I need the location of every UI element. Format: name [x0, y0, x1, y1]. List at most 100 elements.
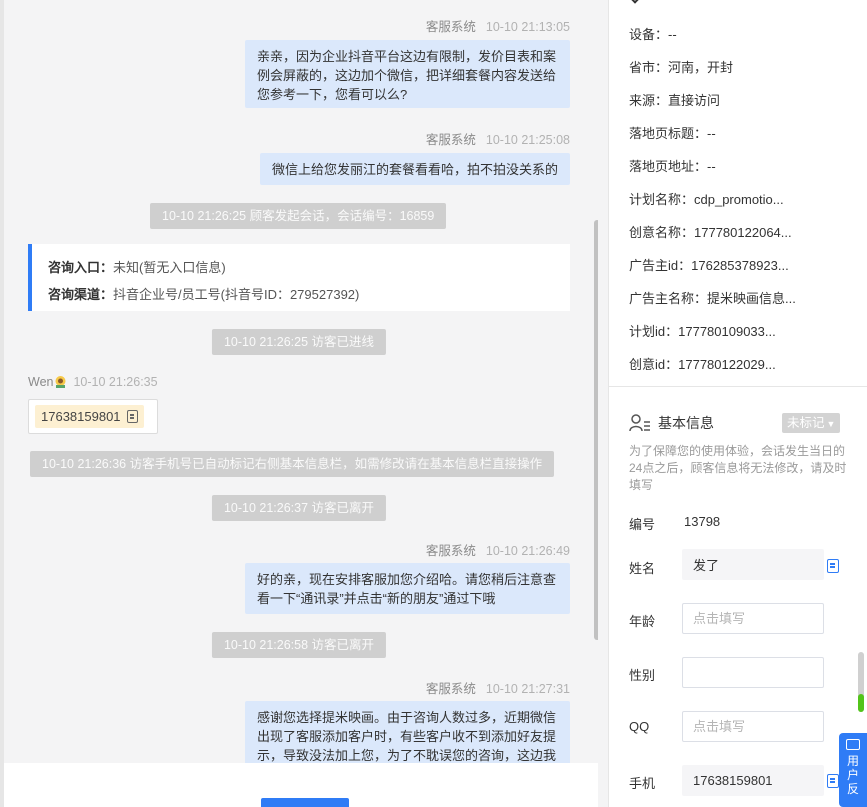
- visitor-message-meta: Wen 10-10 21:26:35: [28, 375, 158, 389]
- send-button[interactable]: [261, 798, 349, 807]
- consult-entry-row: 咨询入口：未知(暂无入口信息): [48, 254, 570, 281]
- visitor-name: Wen: [28, 375, 54, 389]
- qq-label: QQ: [629, 719, 650, 734]
- chat-pane: 客服系统 10-10 21:13:05 亲亲，因为企业抖音平台这边有限制，发价目表…: [0, 0, 598, 807]
- consult-channel-value: 抖音企业号/员工号(抖音号ID：279527392): [113, 287, 360, 302]
- system-notice-visitor-left: 10-10 21:26:37 访客已离开: [211, 495, 387, 521]
- field-label: 落地页地址：: [629, 159, 708, 174]
- agent-message-bubble: 好的亲，现在安排客服加您介绍哈。请您稍后注意查看一下“通讯录”并点击“新的朋友”…: [245, 563, 570, 614]
- feedback-label: 用户反: [847, 754, 860, 796]
- field-label: 设备：: [629, 27, 669, 42]
- message-meta: 客服系统 10-10 21:13:05: [426, 16, 570, 35]
- field-label: 创意id：: [629, 357, 679, 372]
- field-label: 省市：: [629, 60, 669, 75]
- field-value: --: [707, 159, 716, 174]
- age-input[interactable]: [682, 603, 824, 634]
- message-time: 10-10 21:26:49: [485, 544, 570, 558]
- edit-deadline-notice: 为了保障您的使用体验，会话发生当日的24点之后，顾客信息将无法修改，请及时填写: [629, 444, 847, 492]
- field-value: --: [707, 126, 716, 141]
- field-device: 设备：--: [629, 24, 677, 43]
- field-value: 177780122064...: [694, 225, 792, 240]
- chat-edge: [0, 0, 4, 807]
- field-value: 177780122029...: [678, 357, 776, 372]
- system-notice-session-start: 10-10 21:26:25 顾客发起会话，会话编号：16859: [150, 203, 447, 229]
- field-value: 提米映画信息...: [707, 291, 796, 306]
- message-meta: 客服系统 10-10 21:26:49: [426, 540, 570, 559]
- message-sender: 客服系统: [425, 133, 476, 147]
- name-label: 姓名: [629, 561, 656, 576]
- field-value: 177780109033...: [678, 324, 776, 339]
- consult-entry-label: 咨询入口：: [48, 260, 114, 275]
- message-meta: 客服系统 10-10 21:25:08: [426, 129, 570, 148]
- user-feedback-tab[interactable]: 用户反: [839, 733, 867, 807]
- message-sender: 客服系统: [425, 544, 476, 558]
- field-label: 计划名称：: [629, 192, 695, 207]
- customer-info-panel: 设备：-- 省市：河南，开封 来源：直接访问 落地页标题：-- 落地页地址：--…: [608, 0, 867, 807]
- number-label: 编号: [629, 517, 656, 532]
- field-label: 计划id：: [629, 324, 679, 339]
- system-notice-visitor-left: 10-10 21:26:58 访客已离开: [211, 632, 387, 658]
- copy-icon[interactable]: [827, 774, 839, 788]
- field-landing-url: 落地页地址：--: [629, 156, 716, 175]
- agent-message-bubble: 感谢您选择提米映画。由于咨询人数过多，近期微信出现了客服添加客户时，有些客户收不…: [245, 701, 570, 771]
- system-notice-visitor-joined: 10-10 21:26:25 访客已进线: [211, 329, 387, 355]
- message-meta: 客服系统 10-10 21:27:31: [426, 678, 570, 697]
- message-time: 10-10 21:27:31: [485, 682, 570, 696]
- field-label: 创意名称：: [629, 225, 695, 240]
- agent-message-bubble: 微信上给您发丽江的套餐看看哈，拍不拍没关系的: [259, 153, 570, 185]
- field-value: 河南，开封: [668, 60, 734, 75]
- mobile-input[interactable]: [682, 765, 824, 796]
- mark-status-label: 未标记: [787, 416, 825, 430]
- chat-scrollbar[interactable]: [594, 220, 598, 640]
- field-plan-name: 计划名称：cdp_promotio...: [629, 189, 784, 208]
- consult-entry-value: 未知(暂无入口信息): [113, 260, 226, 275]
- qq-input[interactable]: [682, 711, 824, 742]
- visitor-message-bubble: 17638159801: [28, 399, 158, 434]
- feedback-icon: [846, 739, 860, 750]
- name-input[interactable]: [682, 549, 824, 580]
- copy-icon[interactable]: [827, 559, 839, 573]
- basic-info-header: 基本信息: [629, 412, 714, 434]
- field-value: 176285378923...: [691, 258, 789, 273]
- system-notice-phone-marked: 10-10 21:26:36 访客手机号已自动标记右侧基本信息栏，如需修改请在基…: [30, 451, 555, 477]
- message-time: 10-10 21:25:08: [485, 133, 570, 147]
- mobile-label: 手机: [629, 776, 656, 791]
- consult-channel-row: 咨询渠道：抖音企业号/员工号(抖音号ID：279527392): [48, 281, 570, 308]
- collapse-chevron-icon[interactable]: [629, 0, 641, 4]
- message-sender: 客服系统: [425, 20, 476, 34]
- message-time: 10-10 21:13:05: [485, 20, 570, 34]
- visitor-message-time: 10-10 21:26:35: [73, 375, 158, 389]
- field-label: 落地页标题：: [629, 126, 708, 141]
- field-label: 来源：: [629, 93, 669, 108]
- field-landing-title: 落地页标题：--: [629, 123, 716, 142]
- gender-select[interactable]: [682, 657, 824, 688]
- phone-number-text: 17638159801: [41, 409, 121, 424]
- field-value: --: [668, 27, 677, 42]
- consult-info-card: 咨询入口：未知(暂无入口信息) 咨询渠道：抖音企业号/员工号(抖音号ID：279…: [28, 244, 570, 311]
- consult-channel-label: 咨询渠道：: [48, 287, 114, 302]
- mark-status-dropdown[interactable]: 未标记 ▼: [782, 413, 841, 433]
- field-advertiser-name: 广告主名称：提米映画信息...: [629, 288, 796, 307]
- field-label: 广告主id：: [629, 258, 692, 273]
- field-plan-id: 计划id：177780109033...: [629, 321, 776, 340]
- field-value: cdp_promotio...: [694, 192, 784, 207]
- user-list-icon: [629, 414, 650, 432]
- panel-scrollbar[interactable]: [858, 652, 864, 712]
- message-sender: 客服系统: [425, 682, 476, 696]
- field-advertiser-id: 广告主id：176285378923...: [629, 255, 789, 274]
- field-value: 直接访问: [668, 93, 721, 108]
- copy-icon[interactable]: [126, 410, 138, 423]
- gender-label: 性别: [629, 668, 656, 683]
- field-label: 广告主名称：: [629, 291, 708, 306]
- agent-message-bubble: 亲亲，因为企业抖音平台这边有限制，发价目表和案例会屏蔽的，这边加个微信，把详细套…: [245, 40, 570, 108]
- caret-down-icon: ▼: [826, 419, 836, 429]
- field-province-city: 省市：河南，开封: [629, 57, 733, 76]
- age-label: 年龄: [629, 614, 656, 629]
- visitor-avatar-icon: [55, 376, 66, 388]
- phone-number-chip[interactable]: 17638159801: [35, 405, 144, 428]
- field-creative-id: 创意id：177780122029...: [629, 354, 776, 373]
- section-divider: [609, 386, 867, 387]
- field-creative-name: 创意名称：177780122064...: [629, 222, 792, 241]
- field-source: 来源：直接访问: [629, 90, 720, 109]
- number-value: 13798: [684, 514, 721, 529]
